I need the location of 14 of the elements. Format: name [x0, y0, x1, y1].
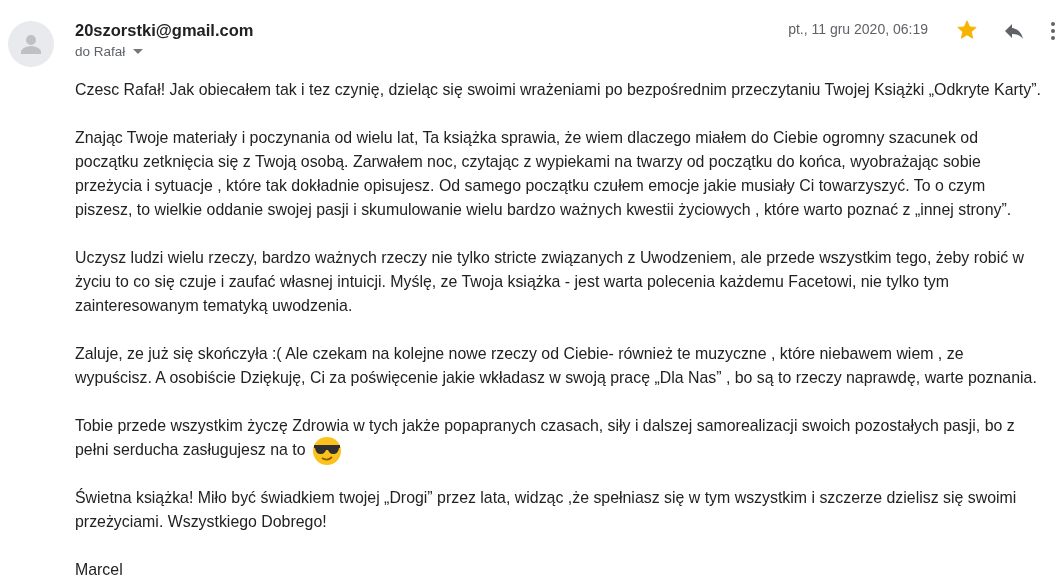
- more-icon[interactable]: [1050, 19, 1056, 43]
- message-paragraph: Marcel: [75, 561, 123, 578]
- message-paragraph: Znając Twoje materiały i poczynania od wielu lat, Ta książka sprawia, że wiem dlaczego miałem do Ciebie ogromny szacunek od początku zetknięcia się z Twoją osobą. Zarwałem noc, czytając z wypiekami na twarzy od początku do końca, wyobrażając sobie przeżycia i sytuacje , które tak dokładnie opisujesz. Od samego początku czułem emocje jakie musiały Ci towarzyszyć. To o czym piszesz, to wielkie oddanie swojej pasji i skumulowanie wielu bardzo ważnych kwestii życiowych , które warto poznać z „innej strony”.: [75, 129, 1012, 218]
- caret-icon[interactable]: [133, 49, 144, 54]
- sender-email: 20szorstki@gmail.com: [75, 20, 255, 40]
- date-label: pt., 11 gru 2020, 06:19: [788, 21, 928, 37]
- message-paragraph: Czesc Rafał! Jak obiecałem tak i tez czynię, dzieląc się swoimi wrażeniami po bezpośrednim przeczytaniu Twojej Książki „Odkryte Karty”.: [75, 81, 1041, 98]
- star-icon[interactable]: [956, 19, 978, 41]
- avatar-icon: [8, 21, 54, 67]
- message-paragraph: Świetna książka! Miło być świadkiem twojej „Drogi” przez lata, widząc ,że spełniasz się w tym wszystkim i szczerze dzielisz się swoimi przeżyciami. Wszystkiego Dobrego!: [75, 489, 1017, 530]
- message-paragraph: Uczysz ludzi wielu rzeczy, bardzo ważnych rzeczy nie tylko stricte związanych z Uwodzeniem, ale przede wszystkim tego, żeby robić w życiu to co się czuje i zaufać własnej intuicji. Myślę, ze Twoja książka - jest warta polecenia każdemu Facetowi, nie tylko tym zainteresowanym tematyką uwodzenia.: [75, 249, 1025, 314]
- recipient-label: do Rafał: [75, 44, 126, 59]
- message-paragraph: Zaluje, ze już się skończyła :( Ale czekam na kolejne nowe rzeczy od Ciebie- również te muzyczne , które niebawem wiem , ze wypuścisz. A osobiście Dziękuję, Ci za poświęcenie jakie wkładasz w swoją pracę „Dla Nas” , bo są to rzeczy naprawdę, warte poznania.: [75, 345, 1037, 386]
- message-paragraph: Tobie przede wszystkim życzę Zdrowia w tych jakże popapranych czasach, siły i dalszej samorealizacji swoich pozostałych pasji, bo z pełni serducha zasługujesz na to: [75, 417, 1015, 458]
